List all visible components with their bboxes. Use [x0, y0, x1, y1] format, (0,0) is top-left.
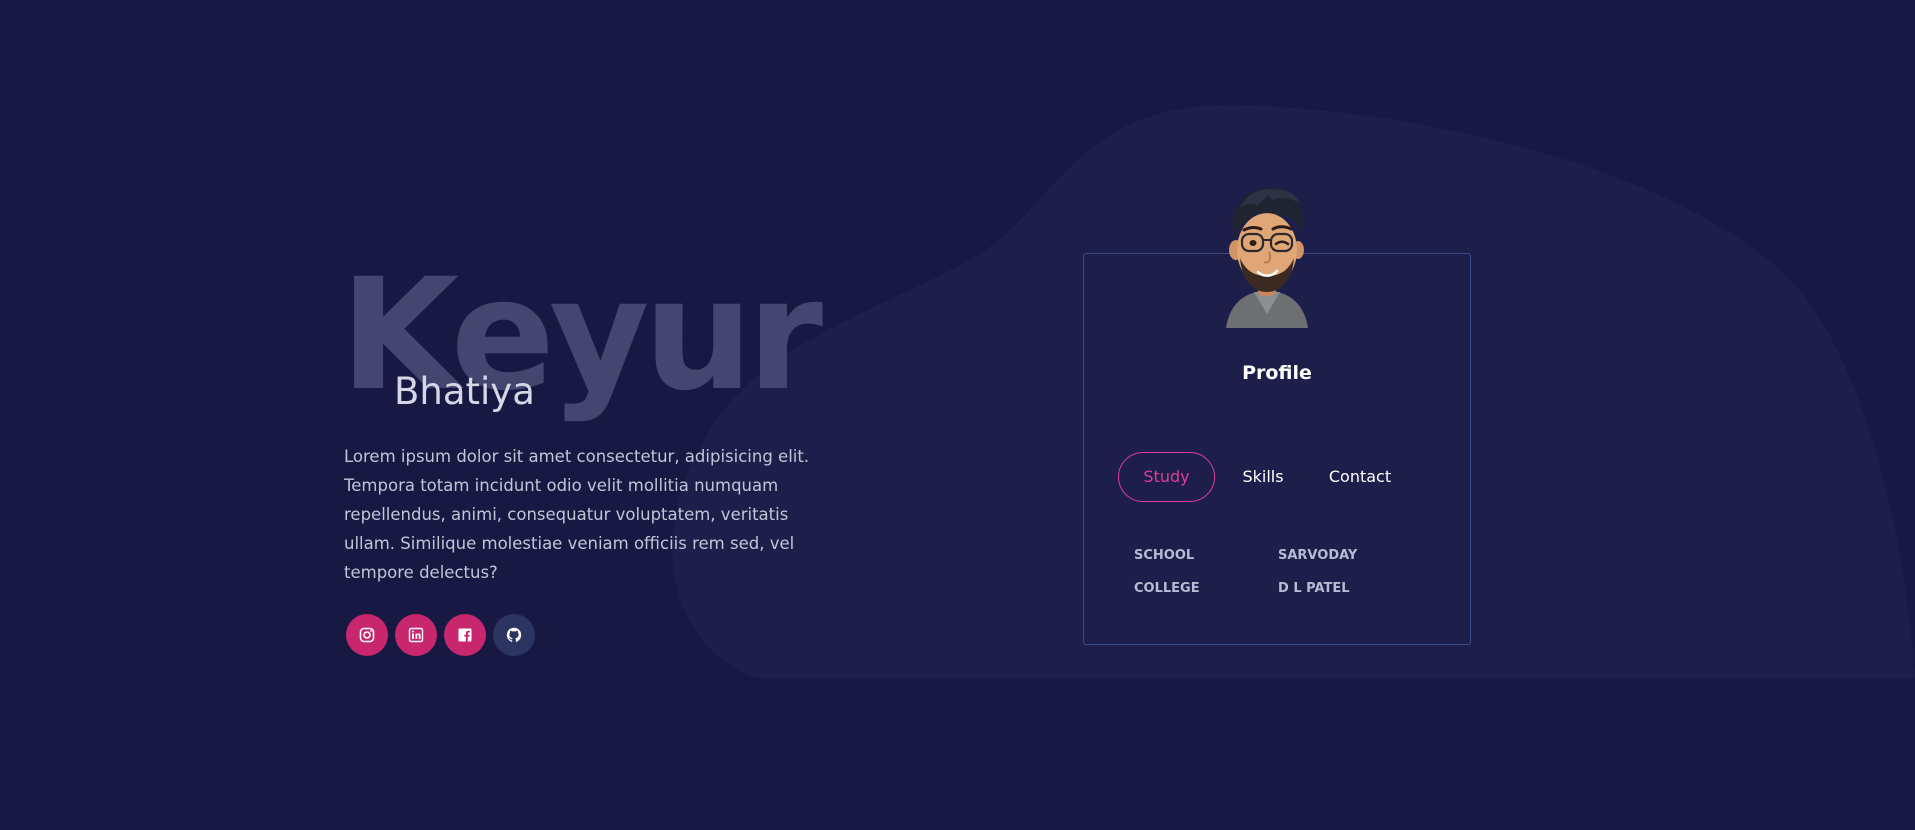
github-button[interactable] [493, 614, 535, 656]
hero-intro-text: Lorem ipsum dolor sit amet consectetur, … [344, 447, 810, 582]
social-links [346, 614, 535, 656]
study-value: SARVODAY [1278, 548, 1358, 563]
hero-last-name: Bhatiya [394, 370, 535, 413]
linkedin-button[interactable] [395, 614, 437, 656]
tab-study[interactable]: Study [1118, 452, 1215, 502]
study-label: SCHOOL [1134, 548, 1195, 563]
instagram-button[interactable] [346, 614, 388, 656]
study-table: SCHOOL SARVODAY COLLEGE D L PATEL [1134, 539, 1357, 605]
study-value: D L PATEL [1278, 581, 1350, 596]
table-row: COLLEGE D L PATEL [1134, 572, 1357, 605]
linkedin-icon [408, 627, 424, 643]
tab-skills[interactable]: Skills [1221, 453, 1305, 501]
instagram-icon [359, 627, 375, 643]
study-label: COLLEGE [1134, 581, 1200, 596]
profile-tabs: Study Skills Contact [1118, 452, 1415, 502]
table-row: SCHOOL SARVODAY [1134, 539, 1357, 572]
github-icon [506, 627, 522, 642]
facebook-button[interactable] [444, 614, 486, 656]
background-blob [672, 104, 1915, 679]
tab-contact[interactable]: Contact [1305, 453, 1415, 501]
profile-title: Profile [1242, 362, 1312, 384]
memoji-avatar [1226, 187, 1308, 328]
page: Keyur Bhatiya Lorem ipsum dolor sit amet… [0, 0, 1915, 830]
facebook-icon [458, 628, 472, 642]
